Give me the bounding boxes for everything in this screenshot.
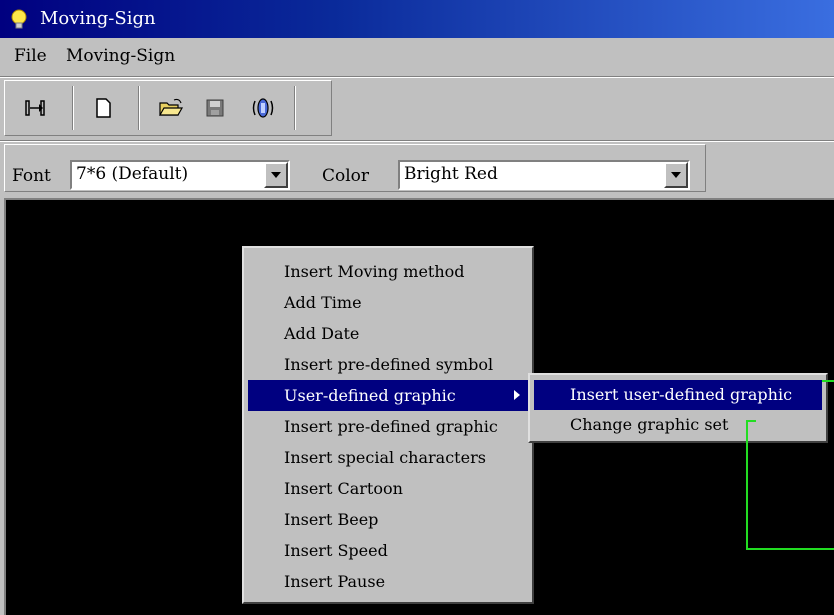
menu-item-add-date[interactable]: Add Date (244, 318, 532, 349)
new-file-button[interactable] (86, 92, 120, 124)
menu-item-insert-special-characters[interactable]: Insert special characters (244, 442, 532, 473)
font-label: Font (12, 166, 51, 186)
color-dropdown-button[interactable] (664, 162, 688, 188)
lightbulb-icon (11, 9, 27, 29)
font-dropdown-button[interactable] (264, 162, 288, 188)
menu-file[interactable]: File (14, 46, 47, 66)
menu-item-insert-cartoon[interactable]: Insert Cartoon (244, 473, 532, 504)
title-bar: Moving-Sign (0, 0, 834, 38)
menu-item-insert-predefined-graphic[interactable]: Insert pre-defined graphic (244, 411, 532, 442)
open-button[interactable] (154, 92, 188, 124)
menu-item-label: User-defined graphic (284, 386, 456, 405)
callout-line (746, 420, 756, 422)
submenu: Insert user-defined graphic Change graph… (528, 373, 828, 443)
chevron-down-icon (671, 172, 681, 178)
open-folder-icon (158, 98, 184, 116)
menu-item-insert-pause[interactable]: Insert Pause (244, 566, 532, 597)
context-menu: Insert Moving method Add Time Add Date I… (242, 246, 534, 604)
menu-item-insert-predefined-symbol[interactable]: Insert pre-defined symbol (244, 349, 532, 380)
menu-item-add-time[interactable]: Add Time (244, 287, 532, 318)
sound-button[interactable] (246, 92, 280, 124)
menu-item-insert-speed[interactable]: Insert Speed (244, 535, 532, 566)
sound-icon (252, 98, 274, 118)
save-icon (206, 99, 224, 117)
save-button[interactable] (198, 92, 232, 124)
send-button[interactable] (18, 92, 52, 124)
menu-item-insert-moving-method[interactable]: Insert Moving method (244, 256, 532, 287)
callout-line (822, 380, 834, 382)
callout-line (746, 548, 834, 550)
toolbar (0, 78, 834, 140)
menu-item-user-defined-graphic[interactable]: User-defined graphic (248, 380, 528, 411)
chevron-right-icon (514, 390, 520, 400)
toolbar-divider (72, 86, 74, 130)
window-title: Moving-Sign (40, 8, 156, 29)
send-icon (25, 100, 45, 116)
font-select[interactable]: 7*6 (Default) (70, 160, 290, 190)
color-label: Color (322, 166, 370, 186)
callout-line (746, 420, 748, 550)
menu-bar: File Moving-Sign (0, 38, 834, 76)
submenu-item-insert-user-defined-graphic[interactable]: Insert user-defined graphic (534, 380, 822, 410)
menu-item-insert-beep[interactable]: Insert Beep (244, 504, 532, 535)
new-file-icon (96, 98, 111, 118)
submenu-item-change-graphic-set[interactable]: Change graphic set (534, 410, 822, 440)
chevron-down-icon (271, 172, 281, 178)
color-select-value: Bright Red (404, 164, 498, 184)
font-select-value: 7*6 (Default) (76, 164, 189, 184)
toolbar-divider (138, 86, 140, 130)
color-select[interactable]: Bright Red (398, 160, 690, 190)
menu-moving-sign[interactable]: Moving-Sign (66, 46, 175, 66)
toolbar-divider (294, 86, 296, 130)
